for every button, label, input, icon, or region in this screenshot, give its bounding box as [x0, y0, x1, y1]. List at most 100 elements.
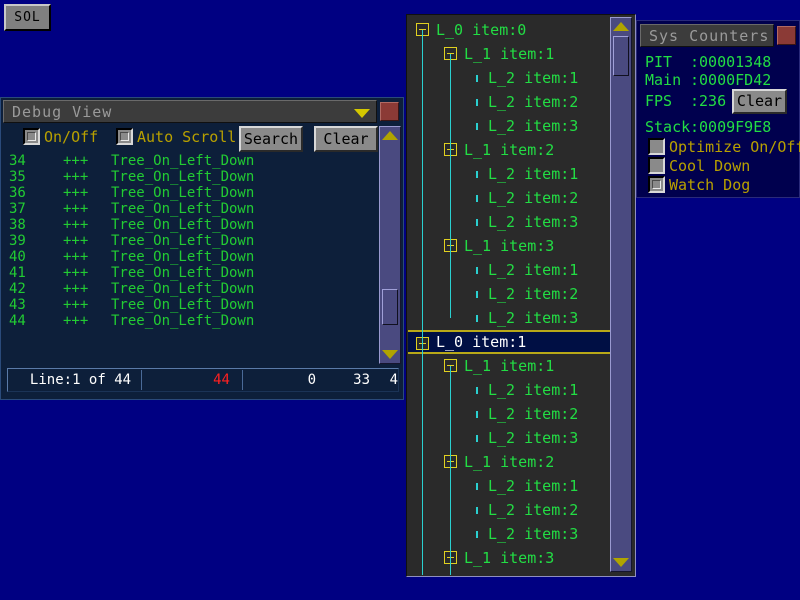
tree-row-selected[interactable]: L_0 item:1	[408, 330, 613, 354]
tree-connector-line	[450, 150, 451, 246]
stack-label: Stack	[645, 118, 691, 136]
tree-row[interactable]: L_1 item:1	[408, 354, 613, 378]
log-row[interactable]: 37 +++ Tree_On_Left_Down	[9, 201, 377, 217]
watch-dog-checkbox[interactable]	[648, 176, 665, 193]
tree-row[interactable]: L_1 item:3	[408, 546, 613, 570]
log-message: Tree_On_Left_Down	[111, 249, 255, 265]
tree-row[interactable]: L_2 item:1	[408, 258, 613, 282]
pit-label: PIT	[645, 53, 673, 71]
tree-row[interactable]: L_2 item:3	[408, 306, 613, 330]
autoscroll-checkbox[interactable]	[116, 128, 133, 145]
log-row[interactable]: 43 +++ Tree_On_Left_Down	[9, 297, 377, 313]
tree-row[interactable]: L_2 item:2	[408, 402, 613, 426]
tree-row-label: L_2 item:3	[488, 309, 579, 327]
tree-row[interactable]: L_2 item:2	[408, 498, 613, 522]
tree-connector-tick	[476, 123, 478, 130]
close-icon[interactable]	[777, 26, 796, 45]
pit-value: :00001348	[690, 53, 772, 71]
log-row[interactable]: 38 +++ Tree_On_Left_Down	[9, 217, 377, 233]
tree-connector-line	[450, 246, 451, 318]
tree-row[interactable]: L_2 item:3	[408, 522, 613, 546]
tree-row[interactable]: L_2 item:2	[408, 186, 613, 210]
checkbox-mark	[652, 180, 661, 189]
log-row[interactable]: 39 +++ Tree_On_Left_Down	[9, 233, 377, 249]
tree-connector-tick	[476, 435, 478, 442]
tree-scrollbar[interactable]	[610, 17, 632, 572]
tree-connector-tick	[476, 531, 478, 538]
log-row[interactable]: 44 +++ Tree_On_Left_Down	[9, 313, 377, 329]
tree-row[interactable]: L_0 item:0	[408, 18, 613, 42]
sys-counters-window: Sys Counters PIT :00001348 Main :0000FD4…	[636, 20, 800, 198]
tree-row-label: L_2 item:3	[488, 429, 579, 447]
sys-counters-titlebar[interactable]: Sys Counters	[640, 24, 774, 47]
chevron-down-icon[interactable]	[354, 109, 370, 118]
tree-row[interactable]: L_1 item:3	[408, 234, 613, 258]
sol-button[interactable]: SOL	[4, 4, 51, 31]
close-icon[interactable]	[380, 102, 399, 121]
clear-button[interactable]: Clear	[314, 126, 378, 152]
watch-dog-label: Watch Dog	[669, 176, 751, 194]
tree-row-label: L_2 item:2	[488, 189, 579, 207]
scroll-down-arrow-icon[interactable]	[382, 350, 398, 359]
tree-row[interactable]: L_2 item:1	[408, 378, 613, 402]
log-line-number: 35	[9, 169, 26, 185]
debug-view-titlebar[interactable]: Debug View	[3, 100, 377, 123]
tree-row[interactable]: L_2 item:3	[408, 426, 613, 450]
cool-down-checkbox[interactable]	[648, 157, 665, 174]
sys-clear-button[interactable]: Clear	[732, 89, 787, 114]
log-marker: +++	[63, 249, 89, 265]
tree-row[interactable]: L_2 item:1	[408, 474, 613, 498]
scroll-up-arrow-icon[interactable]	[382, 131, 398, 140]
tree-row-label: L_2 item:3	[488, 117, 579, 135]
stack-value: :0009F9E8	[690, 118, 772, 136]
tree-row[interactable]: L_2 item:1	[408, 570, 613, 575]
log-message: Tree_On_Left_Down	[111, 217, 255, 233]
scroll-down-arrow-icon[interactable]	[613, 558, 629, 567]
tree-row[interactable]: L_2 item:2	[408, 90, 613, 114]
debug-log-list[interactable]: 34 +++ Tree_On_Left_Down 35 +++ Tree_On_Left_…	[9, 153, 377, 359]
tree-row-label: L_1 item:3	[464, 549, 555, 567]
log-row[interactable]: 40 +++ Tree_On_Left_Down	[9, 249, 377, 265]
tree-row[interactable]: L_2 item:3	[408, 114, 613, 138]
tree-connector-line	[422, 30, 423, 575]
tree-connector-tick	[476, 507, 478, 514]
tree-row[interactable]: L_2 item:2	[408, 282, 613, 306]
status-line-info: Line:1 of 44	[20, 370, 142, 390]
tree-row-label: L_2 item:1	[488, 381, 579, 399]
tree-row[interactable]: L_2 item:1	[408, 66, 613, 90]
tree-window: L_0 item:0 L_1 item:1 L_2 item:1 L_2 item:2…	[406, 14, 636, 577]
tree-row[interactable]: L_2 item:3	[408, 210, 613, 234]
log-row[interactable]: 41 +++ Tree_On_Left_Down	[9, 265, 377, 281]
tree-connector-tick	[476, 75, 478, 82]
log-row[interactable]: 34 +++ Tree_On_Left_Down	[9, 153, 377, 169]
debug-view-body: On/Off Auto Scroll Search Clear 34 +++ Tre…	[3, 124, 403, 398]
log-row[interactable]: 35 +++ Tree_On_Left_Down	[9, 169, 377, 185]
log-marker: +++	[63, 153, 89, 169]
tree-row-label: L_1 item:1	[464, 45, 555, 63]
tree-row-label: L_2 item:1	[488, 165, 579, 183]
tree-row[interactable]: L_1 item:2	[408, 450, 613, 474]
scrollbar-thumb[interactable]	[613, 36, 629, 76]
tree-connector-tick	[476, 411, 478, 418]
log-row[interactable]: 36 +++ Tree_On_Left_Down	[9, 185, 377, 201]
debug-log-scrollbar[interactable]	[379, 126, 401, 364]
tree-row-label: L_1 item:2	[464, 141, 555, 159]
optimize-label: Optimize On/Off	[669, 138, 800, 156]
log-line-number: 37	[9, 201, 26, 217]
tree-row[interactable]: L_1 item:2	[408, 138, 613, 162]
tree-connector-tick	[476, 171, 478, 178]
log-line-number: 36	[9, 185, 26, 201]
log-marker: +++	[63, 281, 89, 297]
scroll-up-arrow-icon[interactable]	[613, 22, 629, 31]
status-col-b: 33	[353, 372, 370, 388]
search-button[interactable]: Search	[239, 126, 303, 152]
status-col-a: 0	[307, 372, 316, 388]
debug-view-window: Debug View On/Off Auto Scroll Search Cle…	[0, 97, 404, 400]
tree-row[interactable]: L_2 item:1	[408, 162, 613, 186]
tree-row-label: L_2 item:1	[488, 477, 579, 495]
tree-row[interactable]: L_1 item:1	[408, 42, 613, 66]
scrollbar-thumb[interactable]	[382, 289, 398, 325]
log-row[interactable]: 42 +++ Tree_On_Left_Down	[9, 281, 377, 297]
onoff-checkbox[interactable]	[23, 128, 40, 145]
optimize-checkbox[interactable]	[648, 138, 665, 155]
